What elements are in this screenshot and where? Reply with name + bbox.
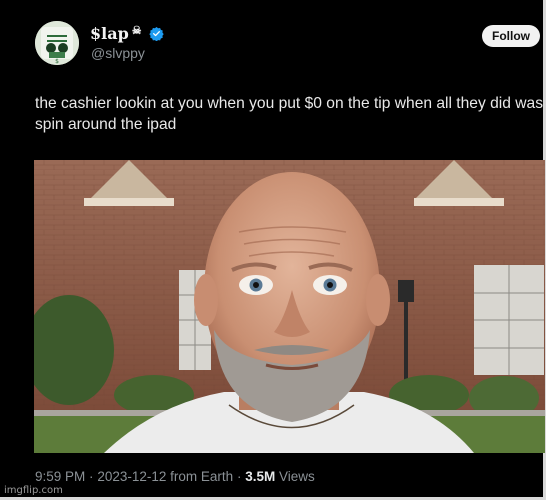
profile-avatar[interactable]: $ — [35, 21, 79, 65]
tweet-time[interactable]: 9:59 PM — [35, 469, 85, 484]
user-handle[interactable]: @slvppy — [91, 45, 145, 61]
imgflip-watermark: imgflip.com — [4, 485, 63, 496]
tweet-media-image[interactable] — [34, 160, 545, 453]
follow-button[interactable]: Follow — [482, 25, 540, 47]
display-name-text: $lap — [90, 24, 129, 43]
skull-emoji: ☠ — [131, 24, 142, 37]
meta-separator: · — [89, 469, 94, 484]
tweet-date[interactable]: 2023-12-12 — [97, 469, 166, 484]
svg-text:$: $ — [55, 58, 59, 65]
meta-separator: · — [236, 469, 242, 484]
views-count[interactable]: 3.5M — [245, 469, 275, 484]
tweet-text: the cashier lookin at you when you put $… — [35, 95, 543, 133]
views-label: Views — [278, 469, 315, 484]
tweet-meta: 9:59 PM · 2023-12-12 from Earth · 3.5M V… — [35, 469, 315, 484]
display-name[interactable]: $lap ☠ — [90, 24, 164, 43]
tweet-source: from Earth — [170, 469, 234, 484]
verified-badge-icon — [148, 26, 164, 42]
